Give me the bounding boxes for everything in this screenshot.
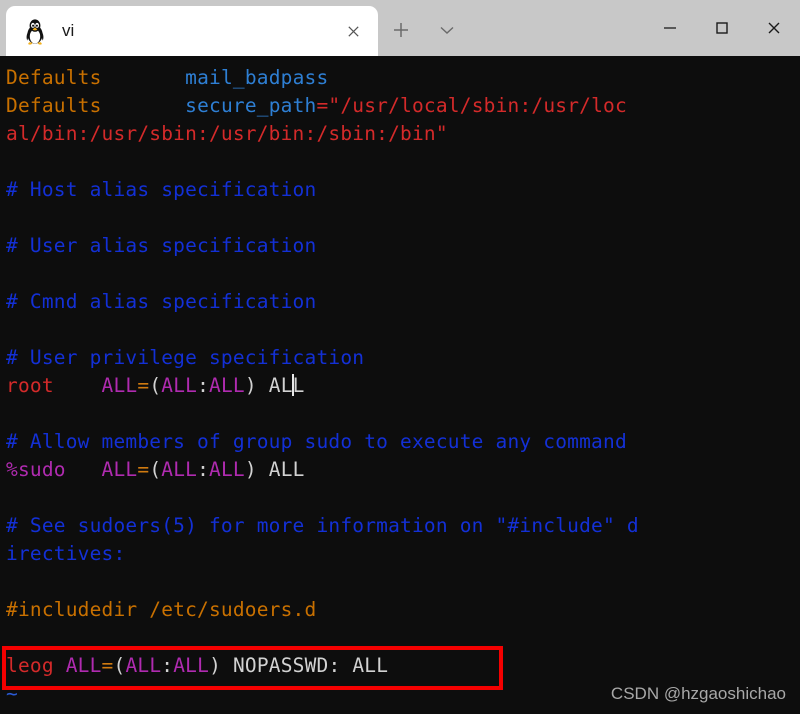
- terminal-text: #includedir /etc/sudoers.d: [6, 598, 317, 621]
- window-controls: [644, 0, 800, 56]
- terminal-text: (: [149, 374, 162, 397]
- terminal-line: irectives:: [6, 540, 639, 568]
- tab-strip: vi: [0, 0, 378, 56]
- terminal-line: # See sudoers(5) for more information on…: [6, 512, 639, 540]
- terminal-viewport[interactable]: Defaults mail_badpass Defaults secure_pat…: [0, 56, 800, 714]
- terminal-line: # Host alias specification: [6, 176, 639, 204]
- terminal-text: irectives:: [6, 542, 126, 565]
- terminal-text: Defaults: [6, 94, 102, 117]
- terminal-line: # Allow members of group sudo to execute…: [6, 428, 639, 456]
- terminal-text: ALL: [65, 654, 102, 677]
- terminal-text: ALL: [161, 374, 198, 397]
- terminal-text: ~: [6, 682, 18, 705]
- terminal-text: # Cmnd alias specification: [6, 290, 317, 313]
- terminal-text: ALL: [101, 458, 138, 481]
- terminal-text: =: [137, 458, 150, 481]
- terminal-text: leog: [6, 654, 54, 677]
- terminal-text: ) AL: [244, 374, 293, 397]
- title-bar: vi: [0, 0, 800, 56]
- watermark-text: CSDN @hzgaoshichao: [610, 684, 786, 703]
- terminal-text: # Host alias specification: [6, 178, 317, 201]
- terminal-text: =: [137, 374, 150, 397]
- terminal-text: L: [292, 374, 305, 397]
- terminal-text: ) ALL: [244, 458, 305, 481]
- terminal-text: Defaults: [6, 66, 102, 89]
- terminal-text: ALL: [161, 458, 198, 481]
- terminal-text: ="/usr/local/sbin:/usr/loc: [316, 94, 627, 117]
- terminal-text: mail_badpass: [185, 66, 329, 89]
- terminal-text: %sudo: [6, 458, 66, 481]
- terminal-text: al/bin:/usr/sbin:/usr/bin:/sbin:/bin": [6, 122, 448, 145]
- terminal-text: # Allow members of group sudo to execute…: [6, 430, 627, 453]
- tab-title: vi: [62, 21, 75, 40]
- new-tab-icon[interactable]: [378, 8, 424, 52]
- tab-close-icon[interactable]: [338, 16, 368, 46]
- terminal-text: :: [197, 458, 210, 481]
- chevron-down-icon[interactable]: [424, 8, 470, 52]
- terminal-text: # User alias specification: [6, 234, 317, 257]
- terminal-text: :: [161, 654, 174, 677]
- terminal-text: root: [6, 374, 54, 397]
- terminal-line: Defaults mail_badpass: [6, 64, 639, 92]
- terminal-text: ALL: [209, 374, 245, 397]
- terminal-text: ALL: [125, 654, 162, 677]
- terminal-text: :: [197, 374, 210, 397]
- close-button[interactable]: [748, 2, 800, 54]
- maximize-button[interactable]: [696, 2, 748, 54]
- terminal-text: ALL: [209, 458, 245, 481]
- terminal-text: =: [101, 654, 114, 677]
- tab-vi[interactable]: vi: [6, 6, 378, 56]
- terminal-line: # User alias specification: [6, 232, 639, 260]
- terminal-line: al/bin:/usr/sbin:/usr/bin:/sbin:/bin": [6, 120, 639, 148]
- terminal-text: # See sudoers(5) for more information on…: [6, 514, 639, 537]
- terminal-text: (: [113, 654, 126, 677]
- terminal-text: secure_path: [185, 94, 317, 117]
- linux-penguin-icon: [22, 17, 48, 45]
- terminal-line: #includedir /etc/sudoers.d: [6, 596, 639, 624]
- terminal-text: ALL: [101, 374, 138, 397]
- vi-editor-buffer[interactable]: Defaults mail_badpass Defaults secure_pat…: [0, 56, 639, 708]
- terminal-line: # User privilege specification: [6, 344, 639, 372]
- terminal-text: # User privilege specification: [6, 346, 365, 369]
- terminal-line: %sudo ALL=(ALL:ALL) ALL: [6, 456, 639, 484]
- terminal-line: Defaults secure_path="/usr/local/sbin:/u…: [6, 92, 639, 120]
- terminal-line: # Cmnd alias specification: [6, 288, 639, 316]
- minimize-button[interactable]: [644, 2, 696, 54]
- terminal-line: ~: [6, 680, 639, 708]
- terminal-line: leog ALL=(ALL:ALL) NOPASSWD: ALL: [6, 652, 639, 680]
- terminal-text: ALL: [173, 654, 210, 677]
- tab-actions: [378, 6, 470, 56]
- terminal-text: (: [149, 458, 162, 481]
- terminal-line: root ALL=(ALL:ALL) ALL: [6, 372, 639, 400]
- terminal-text: ) NOPASSWD: ALL: [209, 654, 389, 677]
